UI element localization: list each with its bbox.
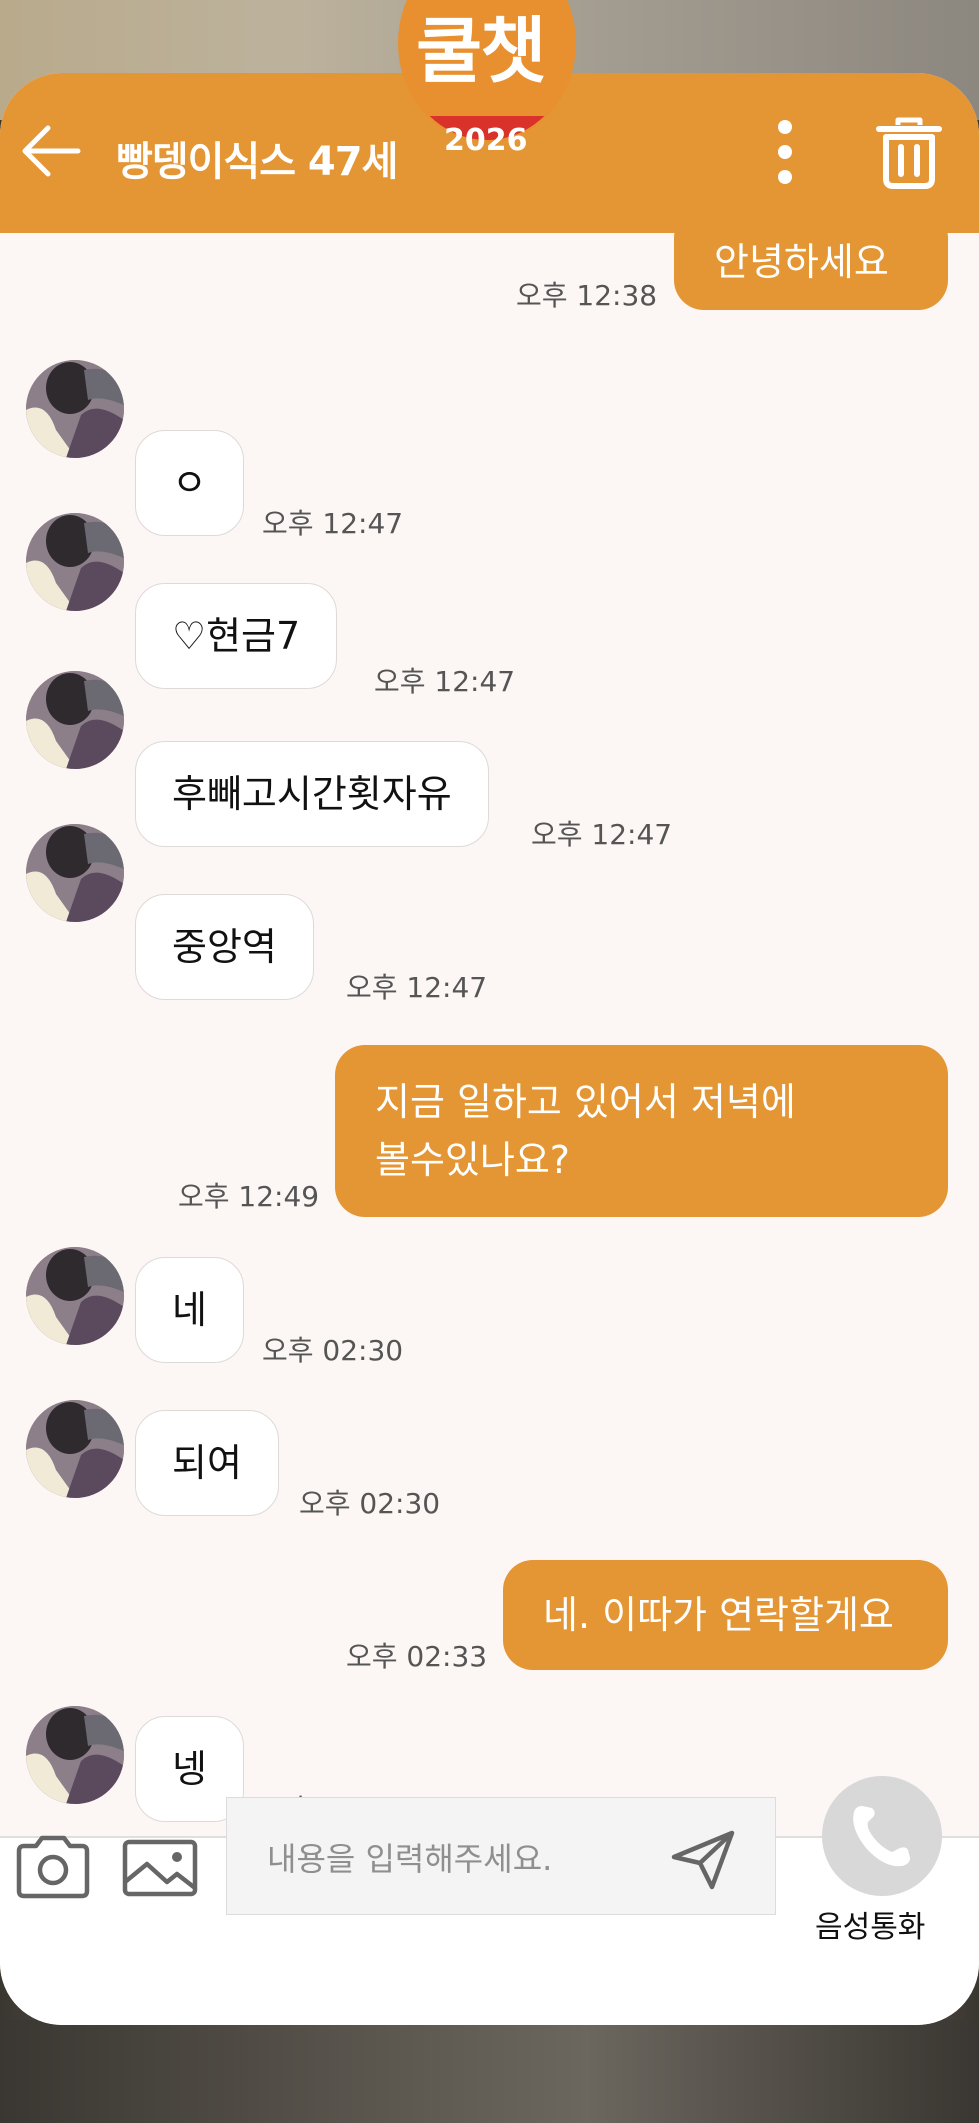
contact-avatar[interactable]: [26, 824, 124, 922]
message-text: 후빼고시간횟자유: [172, 772, 452, 816]
message-text: 네: [172, 1288, 207, 1332]
voice-call-button[interactable]: [822, 1776, 942, 1896]
avatar-photo-icon: [26, 671, 124, 769]
phone-icon: [853, 1806, 910, 1867]
incoming-message[interactable]: 되여: [135, 1410, 279, 1516]
message-text-line: 볼수있나요?: [375, 1138, 570, 1182]
message-input-placeholder: 내용을 입력해주세요.: [267, 1840, 553, 1878]
avatar-photo-icon: [26, 824, 124, 922]
gallery-icon[interactable]: [121, 1838, 199, 1898]
contact-avatar[interactable]: [26, 513, 124, 611]
message-time: 오후 02:33: [346, 1640, 488, 1673]
trash-icon[interactable]: [876, 117, 942, 189]
incoming-message[interactable]: ♡현금7: [135, 583, 338, 689]
message-text: 되여: [172, 1441, 242, 1485]
incoming-message[interactable]: 네: [135, 1257, 244, 1363]
message-text: 네. 이따가 연락할게요: [543, 1593, 894, 1637]
contact-avatar[interactable]: [26, 1247, 124, 1345]
contact-avatar[interactable]: [26, 671, 124, 769]
more-options-icon[interactable]: [770, 117, 800, 187]
message-time: 오후 12:38: [516, 279, 658, 312]
chat-title: 빵뎅이식스 47세: [116, 139, 398, 185]
contact-avatar[interactable]: [26, 360, 124, 458]
send-icon[interactable]: [670, 1829, 736, 1891]
avatar-photo-icon: [26, 1706, 124, 1804]
avatar-photo-icon: [26, 513, 124, 611]
wallpaper-bottom: [0, 2020, 979, 2123]
incoming-message[interactable]: ㅇ: [135, 430, 244, 536]
message-list[interactable]: 안녕하세요 오후 12:38 ㅇ 오후 12:47 ♡현금7 오후 12:47 …: [0, 208, 979, 1893]
app-logo-year: 2026: [444, 123, 528, 158]
app-logo: 쿨챗 2026: [380, 0, 595, 175]
message-time: 오후 02:30: [262, 1334, 404, 1367]
message-time: 오후 12:47: [531, 818, 673, 851]
contact-avatar[interactable]: [26, 1706, 124, 1804]
avatar-photo-icon: [26, 1400, 124, 1498]
message-text: 중앙역: [172, 925, 277, 969]
message-text-line: 지금 일하고 있어서 저녁에: [375, 1080, 796, 1124]
outgoing-message[interactable]: 안녕하세요: [674, 208, 948, 310]
camera-icon[interactable]: [14, 1834, 92, 1900]
chat-window: 빵뎅이식스 47세 안녕하세요 오후 12:38 ㅇ 오후 12:47 ♡현금7…: [0, 73, 979, 2025]
message-time: 오후 12:47: [346, 971, 488, 1004]
avatar-photo-icon: [26, 1247, 124, 1345]
voice-call-label: 음성통화: [815, 1910, 926, 1945]
avatar-photo-icon: [26, 360, 124, 458]
message-time: 오후 12:49: [178, 1180, 320, 1213]
outgoing-message[interactable]: 지금 일하고 있어서 저녁에 볼수있나요?: [335, 1045, 948, 1217]
contact-avatar[interactable]: [26, 1400, 124, 1498]
incoming-message[interactable]: 후빼고시간횟자유: [135, 741, 489, 847]
app-logo-text: 쿨챗: [416, 8, 546, 93]
message-time: 오후 12:47: [262, 507, 404, 540]
incoming-message[interactable]: 중앙역: [135, 894, 314, 1000]
message-text: ㅇ: [172, 461, 207, 505]
message-text: 안녕하세요: [714, 240, 889, 284]
message-time: 오후 02:30: [299, 1487, 441, 1520]
outgoing-message[interactable]: 네. 이따가 연락할게요: [503, 1560, 948, 1670]
message-text: ♡현금7: [172, 614, 301, 658]
back-arrow-icon[interactable]: [20, 120, 82, 182]
message-time: 오후 12:47: [374, 665, 516, 698]
message-text: 넹: [172, 1747, 207, 1791]
